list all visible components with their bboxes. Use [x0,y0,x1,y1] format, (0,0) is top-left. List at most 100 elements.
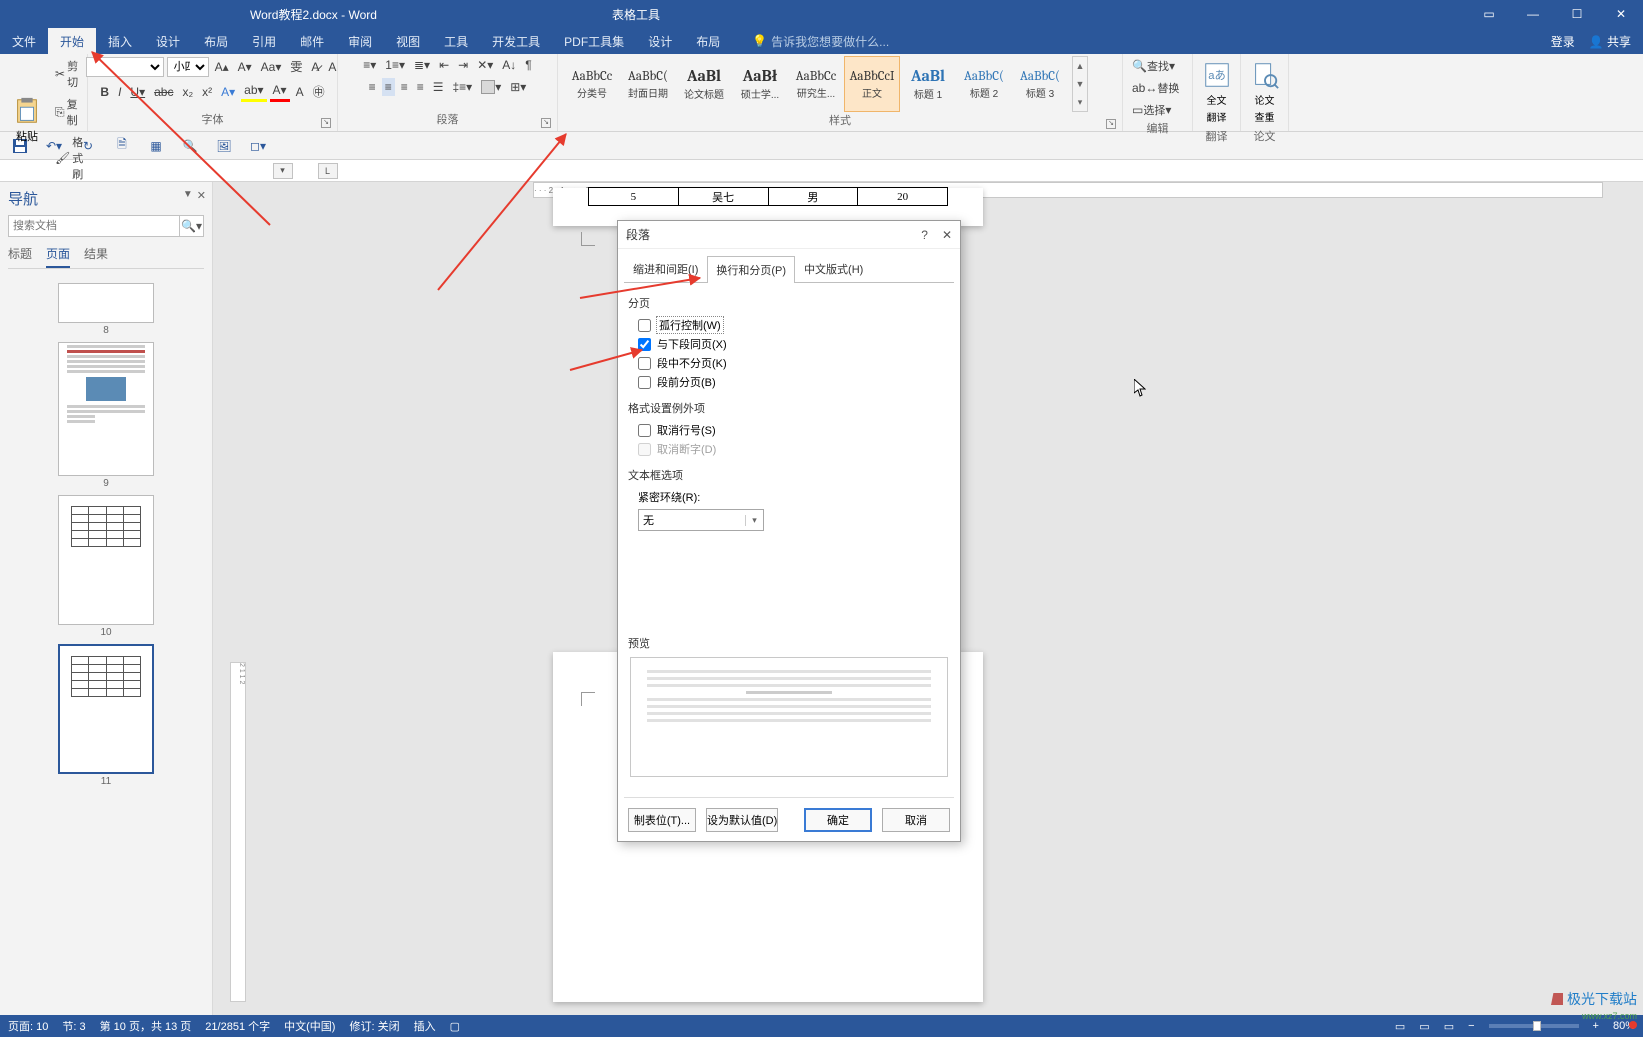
font-size-combo[interactable]: 小四 [167,57,209,77]
tab-table-design[interactable]: 设计 [636,28,684,54]
tab-table-layout[interactable]: 布局 [684,28,732,54]
search-icon[interactable]: 🔍▾ [179,216,203,236]
table-cell[interactable]: 男 [768,188,858,206]
format-painter-button[interactable]: 🖌 格式刷 [52,132,86,184]
style-item[interactable]: AaBbCc研究生... [788,56,844,112]
font-launcher-icon[interactable]: ↘ [321,118,331,128]
vertical-ruler[interactable]: 2 1 1 2 [230,662,246,1002]
keep-with-next-checkbox[interactable] [638,338,651,351]
new-doc-icon[interactable]: 🗎 [112,136,132,156]
tab-pdf[interactable]: PDF工具集 [552,28,636,54]
picture-icon[interactable]: 🖼 [214,136,234,156]
page-thumbnail[interactable] [58,283,154,323]
page-thumbnail[interactable] [58,342,154,476]
style-gallery[interactable]: AaBbCc分类号AaBbC(封面日期AaBl论文标题AaBł硕士学...AaB… [564,56,1068,112]
widow-control-checkbox[interactable] [638,319,651,332]
dialog-titlebar[interactable]: 段落 ? ✕ [618,221,960,249]
translate-button[interactable]: aあ 全文 翻译 [1199,56,1234,128]
copy-button[interactable]: ⎘ 复制 [52,94,86,130]
tell-me-search[interactable]: 💡 告诉我您想要做什么... [752,28,889,54]
page-break-before-label[interactable]: 段前分页(B) [657,374,716,390]
table-cell[interactable]: 5 [589,188,679,206]
multilevel-list-button[interactable]: ≣▾ [411,56,433,74]
dialog-help-icon[interactable]: ? [921,228,928,242]
align-center-button[interactable]: ≡ [382,78,395,96]
dialog-tab-chinese[interactable]: 中文版式(H) [795,255,872,282]
pane-toggle-icon[interactable]: ▾ [273,163,293,179]
find-button[interactable]: 🔍 查找 ▾ [1129,56,1178,76]
style-item[interactable]: AaBl论文标题 [676,56,732,112]
justify-button[interactable]: ≡ [414,78,427,96]
status-section[interactable]: 节: 3 [62,1018,85,1034]
nav-tab-headings[interactable]: 标题 [8,243,32,268]
ok-button[interactable]: 确定 [804,808,872,832]
text-effects-button[interactable]: A▾ [218,83,238,101]
numbering-button[interactable]: 1≡▾ [382,56,408,74]
clear-formatting-icon[interactable]: A̷ [308,58,322,76]
distributed-button[interactable]: ☰ [430,78,447,96]
page-thumbnail-selected[interactable] [58,644,154,774]
table-cell[interactable]: 吴七 [678,188,768,206]
nav-tab-pages[interactable]: 页面 [46,243,70,268]
tab-home[interactable]: 开始 [48,28,96,54]
search-input[interactable] [9,216,179,236]
status-words[interactable]: 21/2851 个字 [205,1018,270,1034]
font-color-button[interactable]: A▾ [270,81,290,102]
widow-control-label[interactable]: 孤行控制(W) [657,317,723,333]
change-case-icon[interactable]: Aa▾ [258,58,285,76]
dupcheck-button[interactable]: 论文 查重 [1247,56,1282,128]
paragraph-launcher-icon[interactable]: ↘ [541,118,551,128]
style-item[interactable]: AaBł硕士学... [732,56,788,112]
shapes-icon[interactable]: ◻▾ [248,136,268,156]
style-item[interactable]: AaBbC(标题 2 [956,56,1012,112]
phonetic-guide-icon[interactable]: 雯 [287,56,305,77]
chevron-down-icon[interactable]: ▼ [183,189,193,202]
style-item[interactable]: AaBbC(标题 3 [1012,56,1068,112]
window-close-icon[interactable]: ✕ [1599,0,1643,28]
tab-file[interactable]: 文件 [0,28,48,54]
document-area[interactable]: · · · 2 · 1 · △ · 1 · 2 · 3 · 4 · 5 · 6 … [213,182,1643,1015]
style-gallery-nav[interactable]: ▲▼▾ [1072,56,1088,112]
strikethrough-button[interactable]: abc [151,83,176,101]
chevron-up-icon[interactable]: ▲ [1073,57,1087,75]
tab-tools[interactable]: 工具 [432,28,480,54]
tab-review[interactable]: 审阅 [336,28,384,54]
dialog-close-icon[interactable]: ✕ [942,228,952,242]
asian-layout-button[interactable]: ✕▾ [474,56,496,74]
style-item[interactable]: AaBbC(封面日期 [620,56,676,112]
increase-indent-button[interactable]: ⇥ [455,56,471,74]
tab-design[interactable]: 设计 [144,28,192,54]
status-page-of[interactable]: 第 10 页，共 13 页 [100,1018,192,1034]
sort-button[interactable]: A↓ [499,56,519,74]
zoom-out-icon[interactable]: − [1468,1020,1474,1032]
page-thumbnail[interactable] [58,495,154,625]
suppress-line-numbers-checkbox[interactable] [638,424,651,437]
align-left-button[interactable]: ≡ [366,78,379,96]
print-preview-icon[interactable]: 🔍 [180,136,200,156]
page-break-before-checkbox[interactable] [638,376,651,389]
decrease-font-icon[interactable]: A▾ [235,58,255,76]
show-marks-button[interactable]: ¶ [522,56,534,74]
highlight-color-button[interactable]: ab▾ [241,81,266,102]
bullets-button[interactable]: ≡▾ [360,56,379,74]
page-thumbnails[interactable]: 8 9 10 11 [8,275,204,1015]
keep-together-checkbox[interactable] [638,357,651,370]
login-button[interactable]: 登录 [1551,33,1575,50]
tab-references[interactable]: 引用 [240,28,288,54]
italic-button[interactable]: I [115,83,124,101]
dialog-tab-breaks[interactable]: 换行和分页(P) [707,256,795,283]
subscript-button[interactable]: x₂ [179,83,196,101]
shading-button[interactable]: ▾ [478,78,504,96]
status-language[interactable]: 中文(中国) [284,1018,335,1034]
style-item[interactable]: AaBbCc分类号 [564,56,620,112]
print-layout-icon[interactable]: ▭ [1419,1020,1429,1033]
table-icon[interactable]: ▦ [146,136,166,156]
web-layout-icon[interactable]: ▭ [1444,1020,1454,1033]
paste-button[interactable]: 粘贴 [6,92,48,148]
document-table[interactable]: 5 吴七 男 20 [588,187,948,206]
align-right-button[interactable]: ≡ [398,78,411,96]
tab-insert[interactable]: 插入 [96,28,144,54]
zoom-in-icon[interactable]: + [1593,1020,1599,1032]
superscript-button[interactable]: x² [199,83,215,101]
zoom-slider[interactable] [1489,1024,1579,1028]
